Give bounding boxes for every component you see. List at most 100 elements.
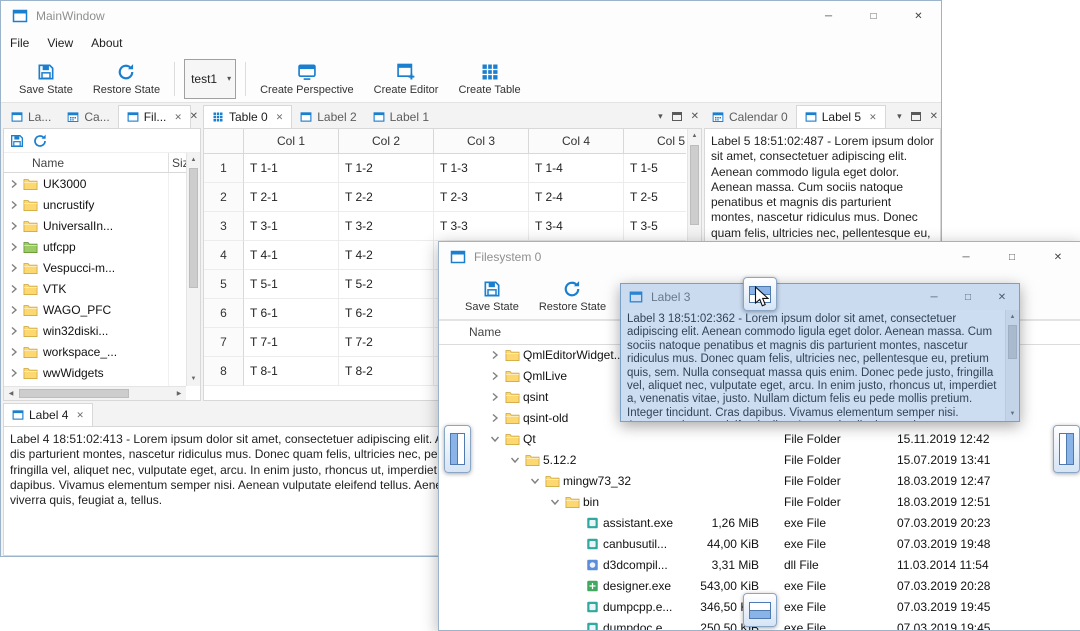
tree-item[interactable]: bin File Folder 18.03.2019 12:51 [439, 492, 1080, 513]
column-header[interactable]: Col 2 [339, 129, 434, 154]
column-header[interactable]: Col 1 [244, 129, 339, 154]
table-cell[interactable]: T 5-1 [244, 270, 339, 299]
tab-close-icon[interactable]: ✕ [869, 112, 877, 123]
table-cell[interactable]: T 1-5 [624, 154, 686, 183]
table-cell[interactable]: T 8-2 [339, 357, 434, 386]
create-table-button[interactable]: Create Table [448, 57, 530, 101]
table-cell[interactable]: T 3-3 [434, 212, 529, 241]
table-cell[interactable]: T 7-1 [244, 328, 339, 357]
table-cell[interactable]: T 2-5 [624, 183, 686, 212]
column-header[interactable]: Col 4 [529, 129, 624, 154]
tree-item[interactable]: UK3000 [4, 173, 186, 194]
row-header[interactable]: 6 [204, 299, 244, 328]
dock-indicator-right[interactable] [1053, 425, 1080, 473]
table-cell[interactable]: T 8-1 [244, 357, 339, 386]
tab-label-1[interactable]: Label 1 [365, 105, 437, 128]
table-cell[interactable]: T 2-2 [339, 183, 434, 212]
row-header[interactable]: 8 [204, 357, 244, 386]
chevron-right-icon[interactable] [489, 370, 501, 382]
table-cell[interactable]: T 6-2 [339, 299, 434, 328]
scroll-up-icon[interactable]: ▲ [187, 153, 200, 167]
column-header-name[interactable]: Name [32, 156, 64, 170]
row-header[interactable]: 3 [204, 212, 244, 241]
chevron-right-icon[interactable] [8, 283, 20, 295]
table-cell[interactable]: T 5-2 [339, 270, 434, 299]
close-button[interactable]: ✕ [896, 1, 941, 31]
tree-item[interactable]: 5.12.2 File Folder 15.07.2019 13:41 [439, 450, 1080, 471]
chevron-right-icon[interactable] [8, 367, 20, 379]
row-header[interactable]: 5 [204, 270, 244, 299]
scroll-right-icon[interactable]: ▶ [172, 387, 186, 400]
tree-item[interactable]: workspace_... [4, 341, 186, 362]
tab-calendar[interactable]: Ca... [59, 105, 117, 128]
tab-close-icon[interactable]: ✕ [276, 112, 284, 123]
dock-indicator-left[interactable] [444, 425, 471, 473]
tree-item[interactable]: assistant.exe 1,26 MiB exe File 07.03.2019 … [439, 513, 1080, 534]
table-cell[interactable]: T 7-2 [339, 328, 434, 357]
restore-icon[interactable] [32, 133, 48, 149]
menu-view[interactable]: View [38, 31, 82, 55]
row-header[interactable]: 2 [204, 183, 244, 212]
table-cell[interactable]: T 2-1 [244, 183, 339, 212]
dock-indicator-bottom[interactable] [743, 593, 777, 627]
dock-close-button[interactable]: ✕ [930, 111, 938, 122]
tree-item[interactable]: win32diski... [4, 320, 186, 341]
tab-close-icon[interactable]: ✕ [174, 112, 182, 123]
filesystem-titlebar[interactable]: Filesystem 0 ─ □ ✕ [439, 242, 1080, 272]
scroll-left-icon[interactable]: ◀ [4, 387, 18, 400]
row-header[interactable]: 7 [204, 328, 244, 357]
maximize-button[interactable]: □ [989, 242, 1035, 272]
table-cell[interactable]: T 1-1 [244, 154, 339, 183]
row-header[interactable]: 4 [204, 241, 244, 270]
tab-list-button[interactable]: ▾ [897, 111, 902, 122]
create-editor-button[interactable]: Create Editor [364, 57, 449, 101]
tab-table-0[interactable]: Table 0 ✕ [203, 105, 293, 128]
chevron-right-icon[interactable] [8, 262, 20, 274]
create-perspective-button[interactable]: Create Perspective [250, 57, 364, 101]
tree-item[interactable]: wwWidgets [4, 362, 186, 383]
column-header-name[interactable]: Name [469, 325, 501, 339]
perspective-combo[interactable]: test1 ▾ [184, 58, 237, 99]
tree-item[interactable]: d3dcompil... 3,31 MiB dll File 11.03.2014 1… [439, 555, 1080, 576]
chevron-right-icon[interactable] [489, 391, 501, 403]
scrollbar-thumb[interactable] [189, 168, 198, 288]
tab-list-button[interactable]: ▾ [658, 111, 663, 122]
table-cell[interactable]: T 4-2 [339, 241, 434, 270]
menu-file[interactable]: File [1, 31, 38, 55]
tab-calendar-0[interactable]: Calendar 0 [704, 105, 796, 128]
tree-item[interactable]: Vespucci-m... [4, 257, 186, 278]
tab-filesystem[interactable]: Fil... ✕ [117, 105, 191, 128]
tab-close-icon[interactable]: ✕ [76, 410, 84, 421]
tree-item[interactable]: uncrustify [4, 194, 186, 215]
maximize-button[interactable]: □ [851, 1, 896, 31]
table-cell[interactable]: T 4-1 [244, 241, 339, 270]
scrollbar-thumb[interactable] [19, 389, 129, 398]
tree-item[interactable]: VTK [4, 278, 186, 299]
scrollbar-thumb[interactable] [690, 145, 699, 225]
chevron-right-icon[interactable] [8, 241, 20, 253]
horizontal-scrollbar[interactable]: ◀ ▶ [4, 386, 186, 400]
menu-about[interactable]: About [82, 31, 131, 55]
tab-label[interactable]: La... [3, 105, 59, 128]
column-header-size[interactable]: Size [172, 156, 187, 170]
chevron-right-icon[interactable] [8, 220, 20, 232]
save-icon[interactable] [9, 133, 25, 149]
save-state-button[interactable]: Save State [455, 274, 529, 318]
chevron-right-icon[interactable] [8, 346, 20, 358]
table-cell[interactable]: T 3-1 [244, 212, 339, 241]
table-cell[interactable]: T 3-4 [529, 212, 624, 241]
table-cell[interactable]: T 3-2 [339, 212, 434, 241]
tree-header[interactable]: Name Size [4, 153, 200, 173]
dock-close-button[interactable]: ✕ [691, 111, 699, 122]
vertical-scrollbar[interactable]: ▲ ▼ [186, 153, 200, 386]
tree-item[interactable]: WAGO_PFC [4, 299, 186, 320]
tree-item[interactable]: canbusutil... 44,00 KiB exe File 07.03.2019… [439, 534, 1080, 555]
chevron-down-icon[interactable] [529, 475, 541, 487]
tree-item[interactable]: utfcpp [4, 236, 186, 257]
table-cell[interactable]: T 2-4 [529, 183, 624, 212]
close-button[interactable]: ✕ [1035, 242, 1080, 272]
minimize-button[interactable]: ─ [806, 1, 851, 31]
chevron-right-icon[interactable] [8, 178, 20, 190]
tree-item[interactable]: UniversalIn... [4, 215, 186, 236]
table-cell[interactable]: T 1-2 [339, 154, 434, 183]
